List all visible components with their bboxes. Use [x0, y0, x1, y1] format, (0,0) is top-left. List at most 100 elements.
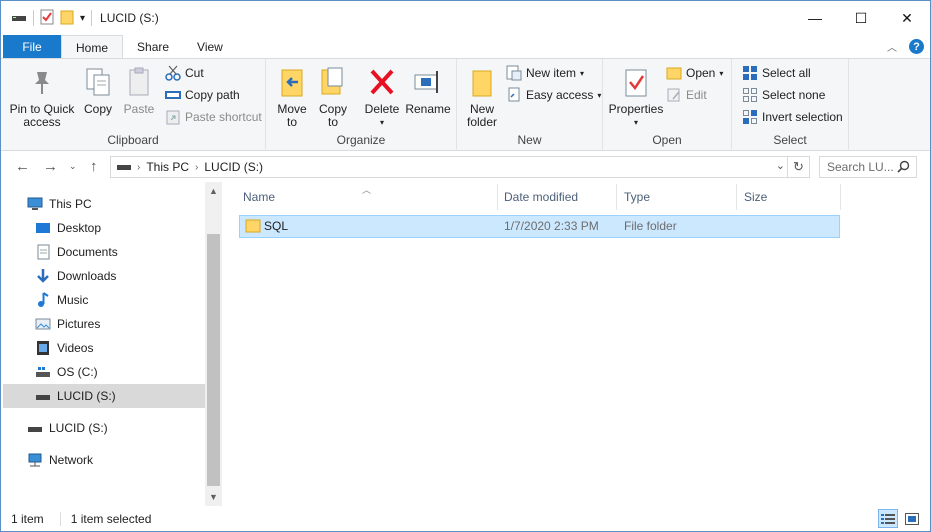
pin-to-quick-access-button[interactable]: Pin to Quick access [9, 65, 75, 129]
delete-button[interactable]: Delete ▾ [364, 65, 400, 129]
properties-icon[interactable] [40, 9, 54, 28]
help-icon[interactable]: ? [909, 39, 924, 54]
breadcrumb-separator-icon[interactable]: › [137, 162, 140, 173]
paste-button[interactable]: Paste [122, 65, 156, 116]
nav-this-pc-label: This PC [49, 197, 92, 211]
ribbon-tabs: File Home Share View ︿ ? [1, 35, 930, 59]
scrollbar-thumb[interactable] [207, 234, 220, 486]
nav-desktop[interactable]: Desktop [35, 216, 197, 240]
move-to-button[interactable]: Move to [275, 65, 309, 129]
nav-os-drive-label: OS (C:) [57, 365, 98, 379]
edit-icon [666, 87, 682, 103]
address-bar[interactable]: › This PC › LUCID (S:) ⌄ ↻ [110, 156, 810, 178]
nav-lucid-drive[interactable]: LUCID (S:) [3, 384, 205, 408]
table-row[interactable]: SQL 1/7/2020 2:33 PM File folder [239, 215, 840, 238]
status-divider [59, 511, 61, 526]
os-drive-icon [35, 364, 51, 380]
move-to-icon [276, 65, 308, 99]
invert-selection-icon [742, 109, 758, 125]
rename-label: Rename [405, 102, 451, 116]
edit-button[interactable]: Edit [666, 85, 707, 105]
cut-button[interactable]: Cut [165, 63, 204, 83]
drive-icon [11, 11, 27, 26]
properties-button[interactable]: Properties ▾ [608, 65, 664, 129]
refresh-icon[interactable]: ↻ [787, 157, 809, 177]
close-button[interactable]: ✕ [884, 1, 930, 35]
maximize-button[interactable]: ☐ [838, 1, 884, 35]
nav-downloads[interactable]: Downloads [35, 264, 197, 288]
column-header-size[interactable]: Size [736, 182, 840, 212]
copy-to-button[interactable]: Copy to [316, 65, 350, 129]
nav-network[interactable]: Network [27, 448, 197, 472]
videos-icon [35, 340, 51, 356]
column-name-label: Name [243, 190, 276, 204]
tab-home[interactable]: Home [61, 35, 124, 59]
easy-access-button[interactable]: Easy access ▾ [506, 85, 601, 105]
breadcrumb-separator-icon[interactable]: › [195, 162, 198, 173]
copy-button[interactable]: Copy [81, 65, 115, 116]
cut-label: Cut [185, 66, 204, 80]
network-icon [27, 452, 43, 468]
nav-downloads-label: Downloads [57, 269, 117, 283]
new-folder-icon[interactable] [60, 9, 74, 28]
nav-pictures[interactable]: Pictures [35, 312, 197, 336]
nav-videos[interactable]: Videos [35, 336, 197, 360]
column-header-date[interactable]: Date modified [496, 182, 616, 212]
drive-icon [117, 160, 131, 174]
search-box[interactable]: Search LU... [819, 156, 917, 178]
paste-shortcut-button[interactable]: Paste shortcut [165, 107, 262, 127]
scroll-up-icon[interactable]: ▲ [205, 186, 222, 196]
recent-locations-icon[interactable]: ⌄ [69, 161, 77, 172]
tab-file[interactable]: File [3, 35, 61, 59]
column-divider[interactable] [840, 184, 841, 210]
new-folder-button[interactable]: New folder [465, 65, 499, 129]
rename-button[interactable]: Rename [405, 65, 451, 116]
column-header-type[interactable]: Type [616, 182, 736, 212]
back-arrow-icon[interactable]: ← [15, 158, 30, 175]
breadcrumb-lucid[interactable]: LUCID (S:) [204, 160, 263, 174]
nav-desktop-label: Desktop [57, 221, 102, 235]
tab-share[interactable]: Share [123, 35, 183, 59]
nav-pictures-label: Pictures [57, 317, 101, 331]
customize-toolbar-icon[interactable]: ▾ [80, 13, 85, 24]
delete-label: Delete [364, 102, 400, 116]
scissors-icon [165, 65, 181, 81]
breadcrumb-this-pc[interactable]: This PC [146, 160, 189, 174]
collapse-ribbon-icon[interactable]: ︿ [887, 39, 897, 54]
open-button[interactable]: Open ▾ [666, 63, 723, 83]
nav-os-drive[interactable]: OS (C:) [35, 360, 197, 384]
rename-icon [412, 65, 444, 99]
edit-label: Edit [686, 88, 707, 102]
chevron-down-icon: ▾ [597, 90, 602, 100]
title-bar: ▾ LUCID (S:) — ☐ ✕ [1, 1, 930, 35]
details-view-button[interactable] [878, 509, 898, 528]
navigation-scrollbar[interactable]: ▲ ▼ [205, 182, 222, 506]
nav-music[interactable]: Music [35, 288, 197, 312]
forward-arrow-icon[interactable]: → [43, 158, 58, 175]
tab-view[interactable]: View [183, 35, 237, 59]
chevron-down-icon: ▾ [580, 68, 585, 78]
copy-icon [82, 65, 114, 99]
address-history-dropdown-icon[interactable]: ⌄ [776, 159, 785, 172]
minimize-button[interactable]: — [792, 1, 838, 35]
quick-access-toolbar: ▾ [1, 9, 93, 28]
search-input[interactable]: Search LU... [827, 160, 894, 174]
copy-path-icon [165, 87, 181, 103]
new-item-button[interactable]: New item ▾ [506, 63, 584, 83]
select-none-button[interactable]: Select none [742, 85, 825, 105]
nav-lucid-drive-root[interactable]: LUCID (S:) [27, 416, 197, 440]
file-name: SQL [264, 219, 289, 233]
invert-selection-button[interactable]: Invert selection [742, 107, 843, 127]
up-arrow-icon[interactable]: ↑ [90, 158, 98, 175]
open-folder-icon [666, 65, 682, 81]
scroll-down-icon[interactable]: ▼ [205, 492, 222, 502]
copy-path-button[interactable]: Copy path [165, 85, 240, 105]
select-all-icon [742, 65, 758, 81]
nav-this-pc[interactable]: This PC [27, 192, 197, 216]
large-icons-view-button[interactable] [902, 509, 922, 528]
new-item-label: New item [526, 66, 577, 80]
new-folder-label-2: folder [466, 115, 498, 129]
select-group-label: Select [773, 133, 807, 147]
select-all-button[interactable]: Select all [742, 63, 811, 83]
nav-documents[interactable]: Documents [35, 240, 197, 264]
